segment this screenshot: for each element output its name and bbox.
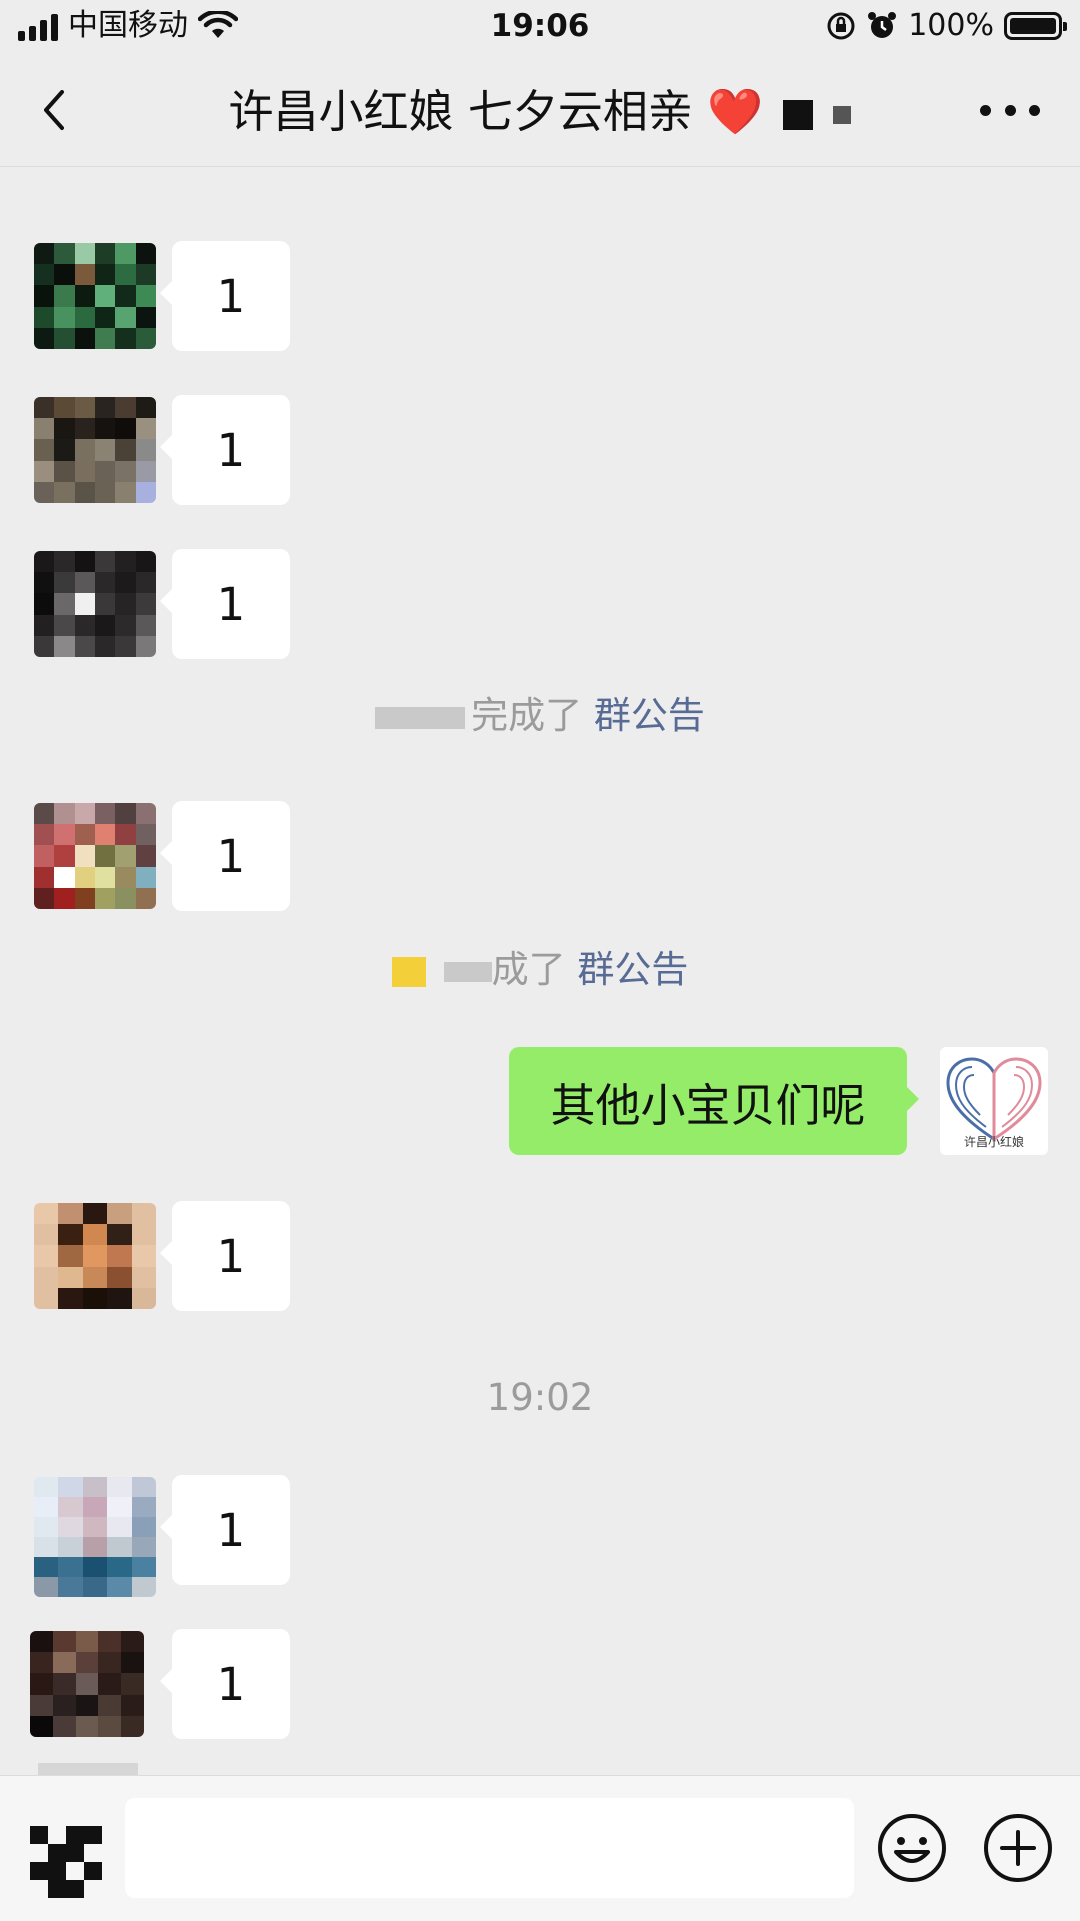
avatar-caption: 许昌小红娘 [963, 1135, 1024, 1149]
more-dots-icon[interactable] [980, 98, 1040, 122]
message-row: 其他小宝贝们呢 许昌小红娘 [0, 1047, 1080, 1157]
avatar[interactable] [34, 243, 156, 349]
message-bubble[interactable]: 1 [160, 1201, 290, 1311]
message-text: 1 [216, 269, 246, 323]
avatar[interactable] [34, 1477, 156, 1597]
message-row: 1 [0, 1629, 1080, 1739]
system-message-text: 成了 [491, 948, 566, 991]
group-notice-link[interactable]: 群公告 [594, 694, 705, 737]
avatar[interactable] [30, 1631, 144, 1737]
battery-percent: 100% [908, 8, 994, 43]
redacted-avatar [391, 956, 426, 987]
status-bar: 中国移动 19:06 100% [0, 0, 1080, 54]
message-text: 1 [216, 423, 246, 477]
message-bubble[interactable]: 1 [160, 1475, 290, 1585]
plus-icon[interactable] [982, 1812, 1054, 1884]
message-bubble[interactable]: 1 [160, 241, 290, 351]
message-row: 1 [0, 1201, 1080, 1311]
chat-title: 许昌小红娘 七夕云相亲 ❤️ [0, 84, 1080, 140]
message-row: 1 [0, 1475, 1080, 1597]
emoji-icon[interactable] [876, 1812, 948, 1884]
system-message: 完成了 群公告 [0, 691, 1080, 741]
group-notice-link[interactable]: 群公告 [577, 948, 688, 991]
message-text: 1 [216, 1503, 246, 1557]
message-text: 1 [216, 577, 246, 631]
message-text: 1 [216, 1229, 246, 1283]
message-text: 1 [216, 1657, 246, 1711]
chat-title-text: 许昌小红娘 七夕云相亲 [228, 85, 693, 138]
my-avatar[interactable]: 许昌小红娘 [940, 1047, 1048, 1155]
message-row: 1 [0, 241, 1080, 351]
heart-emoji: ❤️ [707, 85, 764, 138]
battery-icon [1004, 12, 1067, 40]
message-bubble[interactable]: 1 [160, 395, 290, 505]
redacted-name [375, 706, 466, 729]
message-text: 1 [216, 829, 246, 883]
time-divider: 19:02 [486, 1376, 594, 1419]
avatar[interactable] [38, 1763, 138, 1775]
rotation-lock-icon [827, 12, 855, 40]
redacted-name [443, 961, 492, 982]
avatar[interactable] [34, 803, 156, 909]
message-row: 1 [0, 795, 1080, 911]
input-bar [0, 1775, 1080, 1921]
message-bubble[interactable]: 1 [160, 549, 290, 659]
message-row [0, 167, 1080, 187]
message-input[interactable] [125, 1798, 854, 1898]
message-bubble[interactable]: 1 [160, 1629, 290, 1739]
my-message-bubble[interactable]: 其他小宝贝们呢 [509, 1047, 919, 1155]
avatar[interactable] [34, 551, 156, 657]
avatar[interactable] [34, 1203, 156, 1309]
chat-header: 许昌小红娘 七夕云相亲 ❤️ [0, 54, 1080, 167]
message-list[interactable]: 1 1 1 完成了 群公告 1 成了 群公告 其他小宝贝们呢 许昌小红娘 1 1… [0, 167, 1080, 1775]
message-row: 1 [0, 549, 1080, 659]
system-message: 成了 群公告 [0, 945, 1080, 995]
avatar[interactable] [34, 397, 156, 503]
system-message-text: 完成了 [471, 694, 583, 737]
voice-icon[interactable] [30, 1826, 102, 1898]
message-row: 1 [0, 395, 1080, 505]
message-text: 其他小宝贝们呢 [550, 1078, 866, 1132]
message-bubble[interactable]: 1 [160, 801, 290, 911]
alarm-icon [868, 12, 897, 38]
